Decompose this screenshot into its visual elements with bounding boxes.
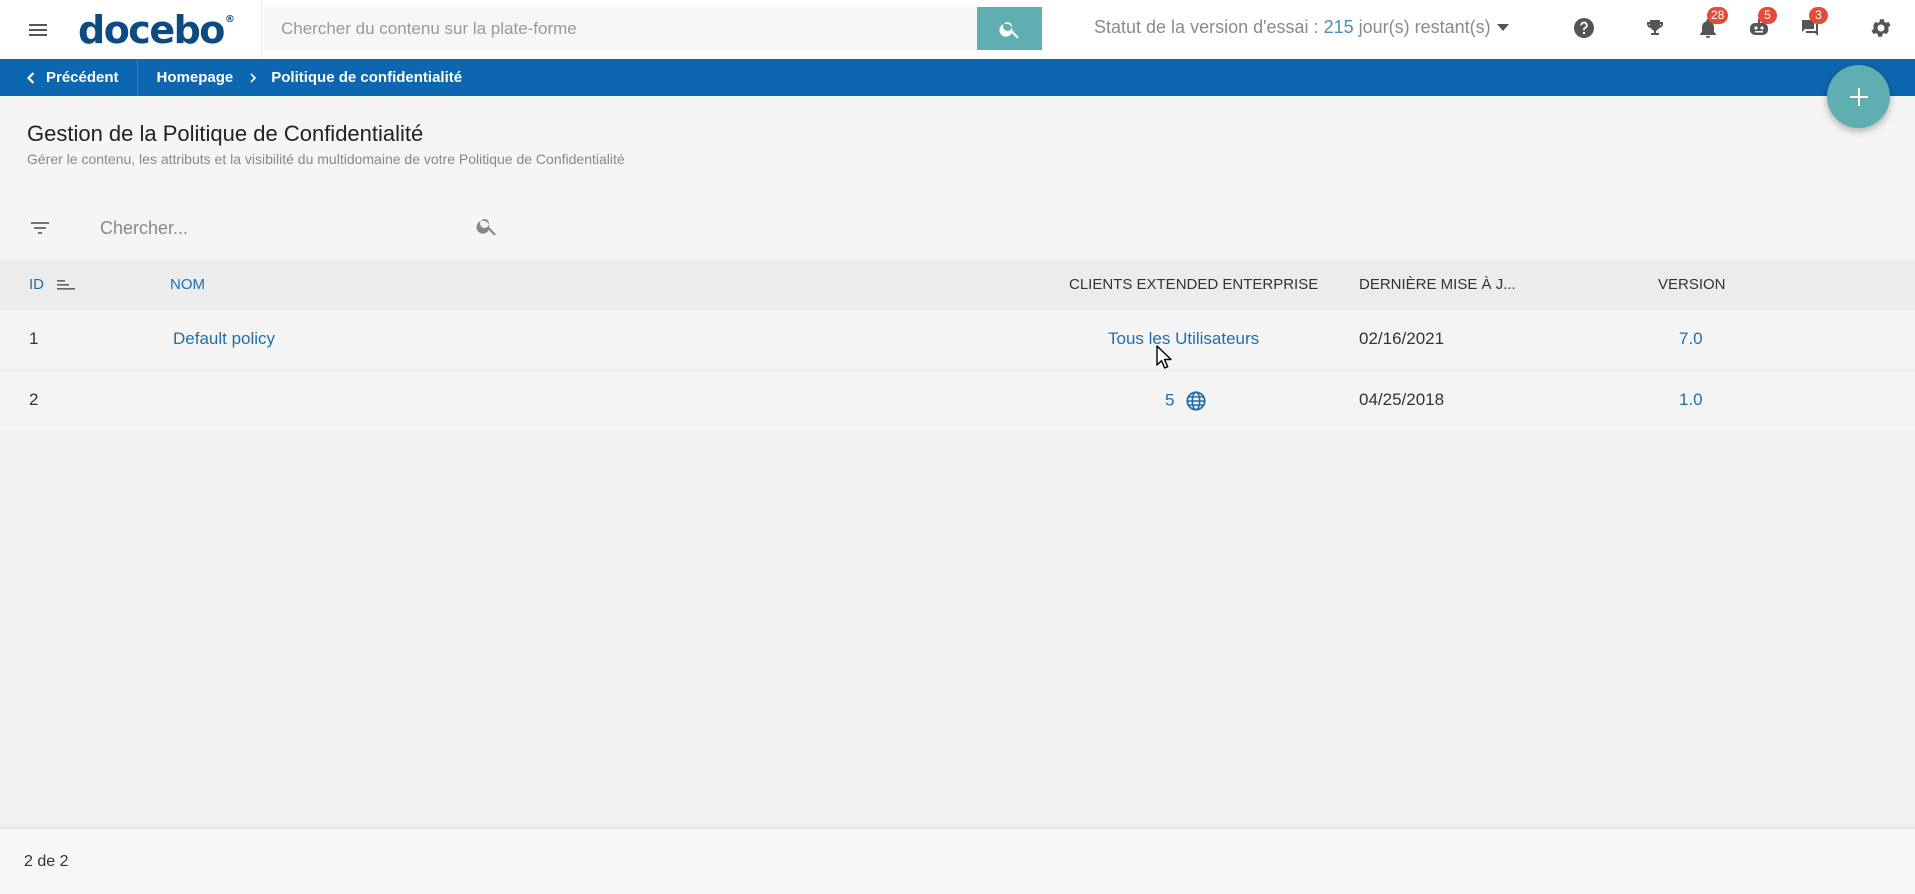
table-row[interactable]: 2 5 04/25/2018 1.0 <box>0 371 1915 432</box>
row-id: 2 <box>29 390 39 409</box>
table-search-input[interactable] <box>100 212 500 244</box>
hamburger-menu-icon[interactable] <box>0 0 76 59</box>
version-link[interactable]: 1.0 <box>1679 390 1703 410</box>
coach-bot-icon[interactable]: 5 <box>1745 7 1777 42</box>
notifications-badge: 28 <box>1707 7 1729 24</box>
plus-icon <box>1849 87 1868 106</box>
docebo-logo[interactable]: docebo ® <box>76 0 262 59</box>
breadcrumb-current: Politique de confidentialité <box>271 69 463 86</box>
clients-count-cell[interactable]: 5 <box>1165 390 1207 412</box>
settings-gear-icon[interactable] <box>1867 14 1895 42</box>
breadcrumb: Précédent Homepage Politique de confiden… <box>0 59 1915 96</box>
messages-icon[interactable]: 3 <box>1796 7 1828 42</box>
version-link[interactable]: 7.0 <box>1679 329 1703 349</box>
trial-days: 215 <box>1323 17 1354 37</box>
updated-date: 04/25/2018 <box>1359 390 1445 409</box>
global-search <box>264 7 1042 50</box>
trial-status-prefix: Statut de la version d'essai : <box>1094 17 1319 37</box>
policies-table: ID NOM CLIENTS EXTENDED ENTERPRISE DERNI… <box>0 260 1915 432</box>
global-search-input[interactable] <box>264 7 977 50</box>
trophy-icon[interactable] <box>1641 14 1669 42</box>
back-button-label: Précédent <box>46 69 119 86</box>
notifications-bell-icon[interactable]: 28 <box>1694 7 1729 42</box>
trial-status-dropdown[interactable]: Statut de la version d'essai : 215 jour(… <box>1094 0 1509 55</box>
back-button[interactable]: Précédent <box>0 59 138 96</box>
table-empty-area <box>0 431 1915 827</box>
chevron-right-icon <box>250 72 257 83</box>
help-icon[interactable] <box>1570 14 1598 42</box>
trial-status-suffix: jour(s) restant(s) <box>1358 17 1491 37</box>
caret-down-icon <box>1496 24 1509 31</box>
coach-badge: 5 <box>1758 7 1777 24</box>
row-id: 1 <box>29 329 39 348</box>
add-policy-button[interactable] <box>1827 65 1890 128</box>
pagination-footer: 2 de 2 <box>0 827 1915 894</box>
table-row[interactable]: 1 Default policy Tous les Utilisateurs 0… <box>0 310 1915 371</box>
column-header-id[interactable]: ID <box>29 276 76 293</box>
updated-date: 02/16/2021 <box>1359 329 1445 348</box>
table-header: ID NOM CLIENTS EXTENDED ENTERPRISE DERNI… <box>0 260 1915 310</box>
page-subtitle: Gérer le contenu, les attributs et la vi… <box>27 151 625 167</box>
breadcrumb-home-link[interactable]: Homepage <box>157 69 234 86</box>
column-header-name[interactable]: NOM <box>170 276 205 293</box>
chevron-left-icon <box>26 71 35 84</box>
page-title: Gestion de la Politique de Confidentiali… <box>27 121 424 146</box>
mouse-cursor-icon <box>1156 345 1172 369</box>
filter-icon[interactable] <box>26 214 54 242</box>
column-header-clients: CLIENTS EXTENDED ENTERPRISE <box>1069 276 1319 293</box>
column-header-updated[interactable]: DERNIÈRE MISE À J... <box>1359 276 1516 293</box>
pagination-count: 2 de 2 <box>24 852 69 870</box>
sort-icon <box>57 280 76 290</box>
policy-name-link[interactable]: Default policy <box>173 329 275 349</box>
search-icon[interactable] <box>473 212 501 240</box>
clients-link[interactable]: Tous les Utilisateurs <box>1108 329 1259 349</box>
search-icon <box>998 21 1019 39</box>
clients-count[interactable]: 5 <box>1165 390 1174 409</box>
globe-icon[interactable] <box>1185 390 1207 412</box>
column-header-version: VERSION <box>1658 276 1726 293</box>
messages-badge: 3 <box>1809 7 1828 24</box>
global-search-button[interactable] <box>977 7 1042 50</box>
